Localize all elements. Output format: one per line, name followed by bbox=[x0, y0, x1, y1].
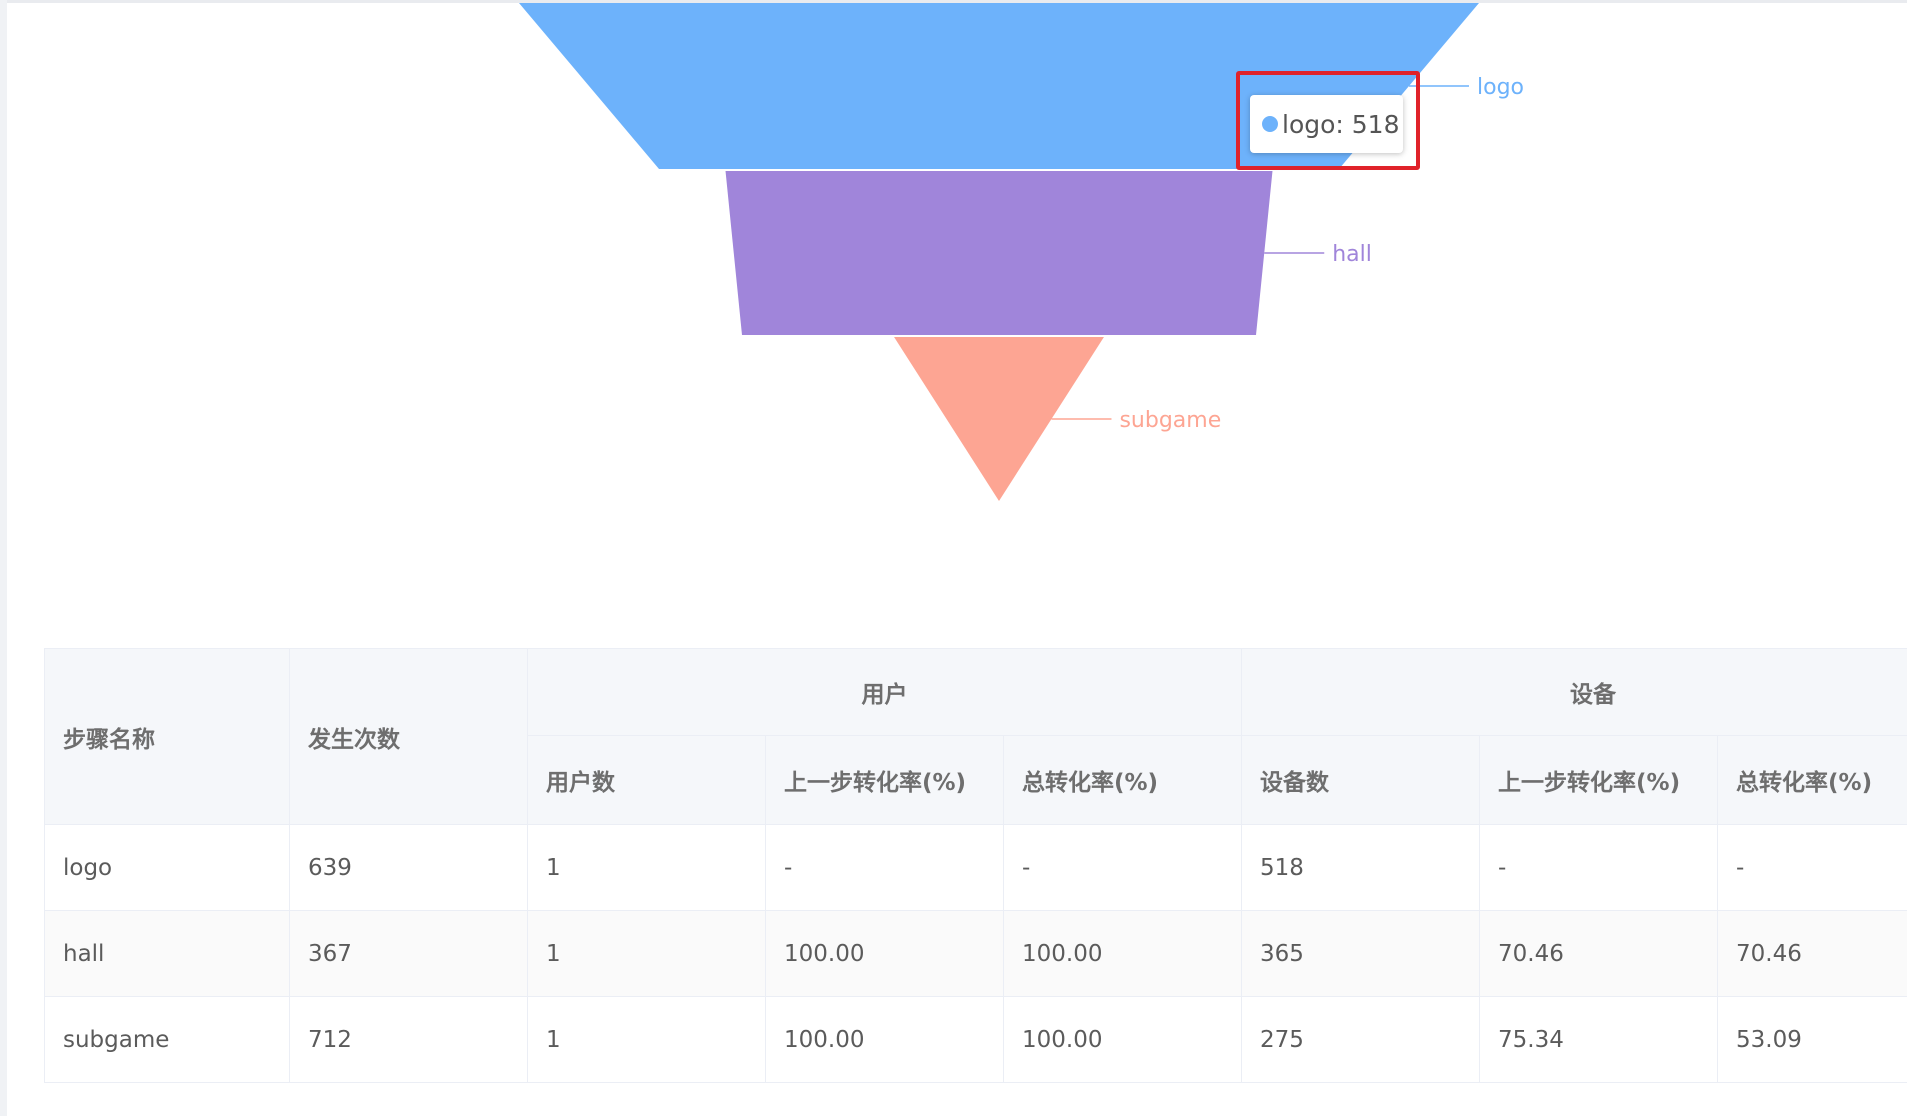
cell-occurrences: 712 bbox=[289, 996, 528, 1083]
cell-user-total-rate: 100.00 bbox=[1002, 910, 1243, 997]
header-group-users: 用户 bbox=[526, 648, 1243, 736]
cell-devices: 365 bbox=[1241, 910, 1481, 997]
funnel-segment-hall[interactable] bbox=[725, 171, 1273, 335]
header-step-name[interactable]: 步骤名称 bbox=[44, 648, 290, 825]
cell-occurrences: 639 bbox=[289, 824, 528, 911]
header-occurrences[interactable]: 发生次数 bbox=[289, 648, 528, 825]
header-user-count[interactable]: 用户数 bbox=[527, 735, 766, 825]
cell-step: logo bbox=[44, 824, 290, 911]
funnel-label-logo: logo bbox=[1477, 75, 1524, 100]
cell-device-prev-rate: 70.46 bbox=[1479, 910, 1719, 997]
table-header-row: 步骤名称 发生次数 用户 设备 bbox=[44, 648, 1907, 825]
cell-user-total-rate: 100.00 bbox=[1002, 996, 1243, 1083]
cell-device-total-rate: - bbox=[1717, 824, 1907, 911]
funnel-label-subgame: subgame bbox=[1119, 408, 1221, 433]
cell-users: 1 bbox=[527, 824, 766, 911]
table-row: logo 639 1 - - 518 - - bbox=[44, 824, 1907, 911]
cell-users: 1 bbox=[527, 996, 766, 1083]
header-device-count[interactable]: 设备数 bbox=[1241, 735, 1481, 825]
cell-devices: 518 bbox=[1241, 824, 1481, 911]
cell-step: subgame bbox=[44, 996, 290, 1083]
header-device-total-rate[interactable]: 总转化率(%) bbox=[1717, 735, 1907, 825]
tooltip-highlight-box bbox=[1236, 71, 1420, 170]
page: logo hall subgame logo: 518 步骤名称 发生次数 用户 设… bbox=[0, 0, 1907, 1116]
funnel-table: 步骤名称 发生次数 用户 设备 用户数 上一步转化率(%) 总转化率(%) 设备… bbox=[44, 648, 1907, 1083]
cell-step: hall bbox=[44, 910, 290, 997]
header-device-prev-rate[interactable]: 上一步转化率(%) bbox=[1479, 735, 1719, 825]
cell-occurrences: 367 bbox=[289, 910, 528, 997]
cell-device-prev-rate: 75.34 bbox=[1479, 996, 1719, 1083]
cell-device-prev-rate: - bbox=[1479, 824, 1719, 911]
cell-user-prev-rate: - bbox=[765, 824, 1004, 911]
table-row: subgame 712 1 100.00 100.00 275 75.34 53… bbox=[44, 996, 1907, 1083]
header-group-devices: 设备 bbox=[1241, 648, 1907, 736]
cell-user-prev-rate: 100.00 bbox=[765, 996, 1004, 1083]
header-user-total-rate[interactable]: 总转化率(%) bbox=[1002, 735, 1243, 825]
cell-user-total-rate: - bbox=[1002, 824, 1243, 911]
cell-users: 1 bbox=[527, 910, 766, 997]
header-user-prev-rate[interactable]: 上一步转化率(%) bbox=[765, 735, 1004, 825]
funnel-label-hall: hall bbox=[1332, 242, 1372, 267]
cell-devices: 275 bbox=[1241, 996, 1481, 1083]
cell-device-total-rate: 70.46 bbox=[1717, 910, 1907, 997]
cell-user-prev-rate: 100.00 bbox=[765, 910, 1004, 997]
funnel-chart: logo hall subgame bbox=[519, 3, 1524, 501]
table-row: hall 367 1 100.00 100.00 365 70.46 70.46 bbox=[44, 910, 1907, 997]
cell-device-total-rate: 53.09 bbox=[1717, 996, 1907, 1083]
